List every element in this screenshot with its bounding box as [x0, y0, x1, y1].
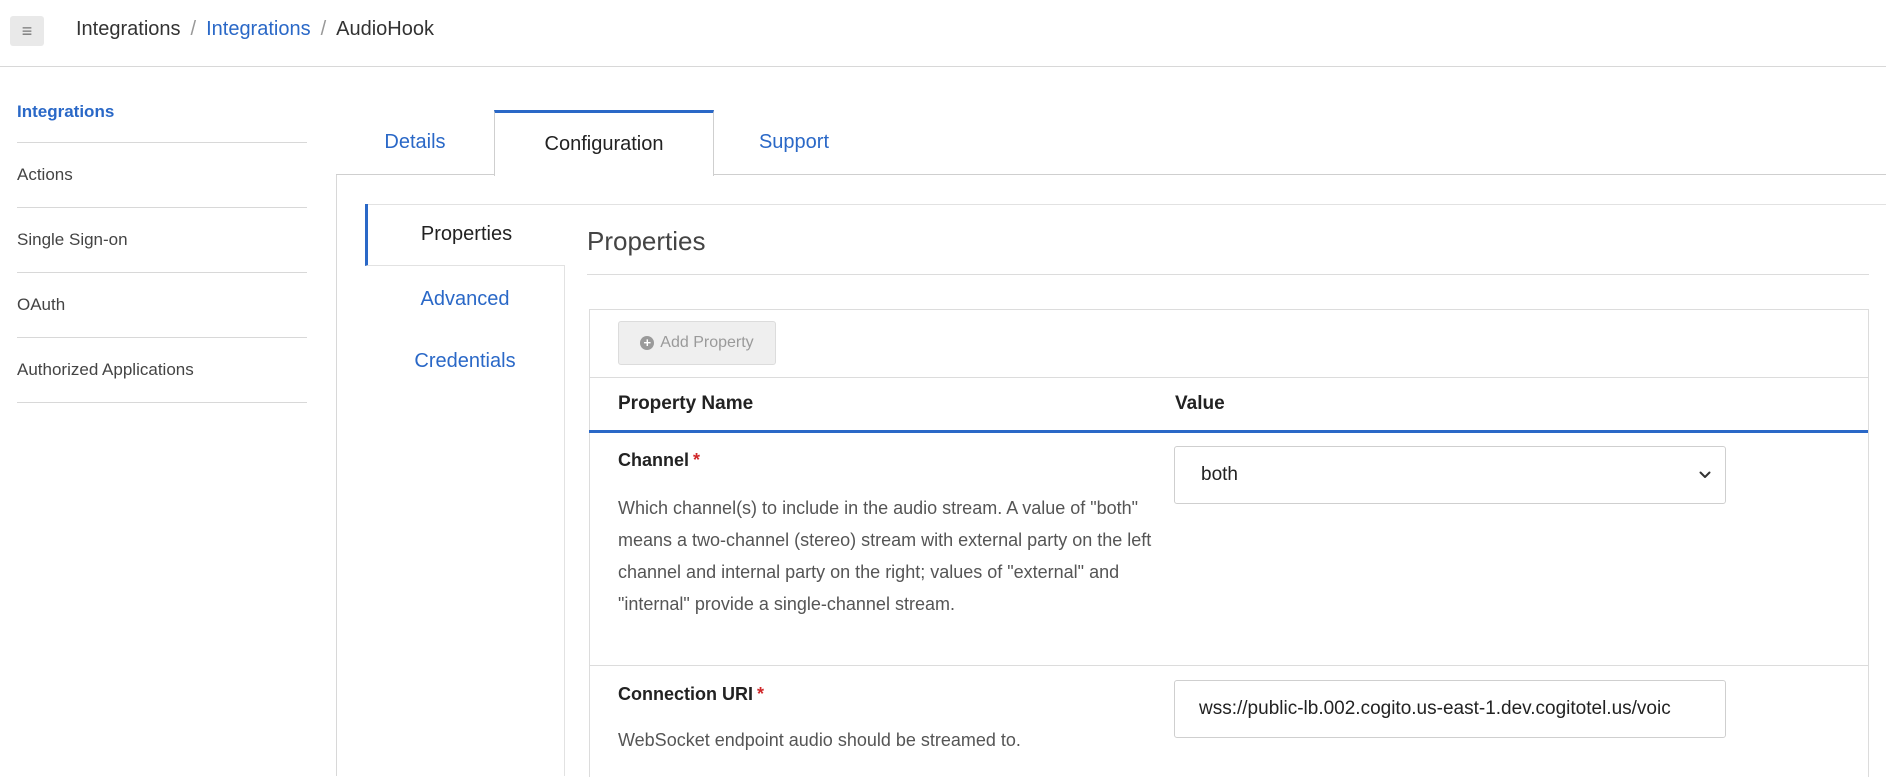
sidebar-item-label: Integrations — [17, 102, 115, 121]
breadcrumb-item-root: Integrations — [76, 18, 181, 40]
section-title-divider — [587, 274, 1869, 275]
sidebar-item-label: Single Sign-on — [17, 230, 128, 249]
sidebar: Integrations Actions Single Sign-on OAut… — [17, 88, 307, 403]
tab-configuration[interactable]: Configuration — [494, 110, 714, 176]
table-divider — [589, 377, 1868, 378]
column-header-property-name: Property Name — [618, 393, 754, 414]
subnav-divider — [365, 204, 1886, 205]
property-name-label: Channel — [618, 450, 690, 470]
breadcrumb-separator: / — [320, 18, 327, 40]
sidebar-item-actions[interactable]: Actions — [17, 143, 307, 208]
sidebar-item-authorized-applications[interactable]: Authorized Applications — [17, 338, 307, 403]
table-header-underline — [589, 430, 1868, 433]
tab-details[interactable]: Details — [336, 110, 494, 175]
subnav-item-credentials[interactable]: Credentials — [365, 330, 565, 392]
table-row-divider — [589, 665, 1868, 666]
channel-select[interactable]: both — [1174, 446, 1726, 504]
subnav-border — [564, 266, 565, 776]
property-description-connection-uri: WebSocket endpoint audio should be strea… — [618, 730, 1021, 750]
property-name-connection-uri: Connection URI * — [618, 684, 764, 705]
sidebar-item-label: Authorized Applications — [17, 360, 194, 379]
add-property-label: Add Property — [660, 334, 754, 351]
subnav-item-properties[interactable]: Properties — [365, 204, 565, 266]
property-description-channel: Which channel(s) to include in the audio… — [618, 498, 1152, 614]
property-name-label: Connection URI — [618, 684, 753, 704]
chevron-down-icon — [1699, 471, 1711, 478]
add-property-button[interactable]: + Add Property — [618, 321, 776, 365]
breadcrumb-separator: / — [190, 18, 197, 40]
sidebar-item-label: OAuth — [17, 295, 66, 314]
column-header-value: Value — [1175, 393, 1225, 414]
sidebar-item-label: Actions — [17, 165, 73, 184]
property-name-channel: Channel * — [618, 450, 700, 471]
subnav-item-advanced[interactable]: Advanced — [365, 268, 565, 330]
plus-circle-icon: + — [640, 336, 655, 350]
breadcrumb-item-current: AudioHook — [336, 18, 434, 40]
required-marker: * — [693, 450, 701, 470]
hamburger-icon: ≡ — [21, 20, 33, 41]
breadcrumb-item-integrations[interactable]: Integrations — [206, 18, 311, 41]
sidebar-item-integrations[interactable]: Integrations — [17, 88, 307, 143]
tab-support[interactable]: Support — [714, 110, 874, 175]
sidebar-item-oauth[interactable]: OAuth — [17, 273, 307, 338]
channel-select-value: both — [1201, 464, 1238, 485]
breadcrumb: Integrations / Integrations / AudioHook — [76, 18, 434, 41]
connection-uri-input[interactable] — [1174, 680, 1726, 738]
section-title: Properties — [587, 226, 706, 256]
sidebar-item-single-sign-on[interactable]: Single Sign-on — [17, 208, 307, 273]
required-marker: * — [757, 684, 765, 704]
menu-toggle-button[interactable]: ≡ — [10, 16, 44, 46]
